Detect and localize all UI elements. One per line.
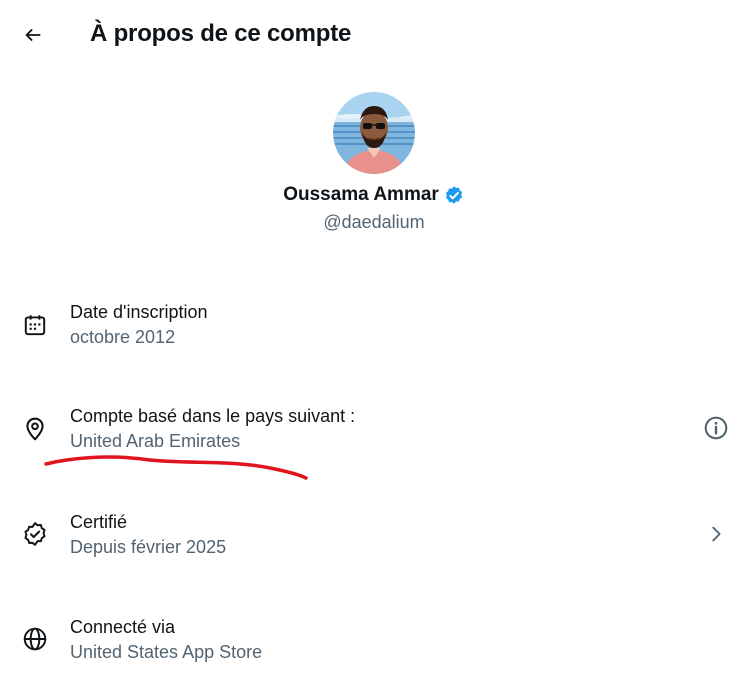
page-header: À propos de ce compte bbox=[0, 0, 748, 68]
back-button[interactable] bbox=[14, 16, 52, 54]
verified-badge-icon bbox=[443, 184, 465, 206]
chevron-right-icon[interactable] bbox=[702, 520, 730, 548]
info-row-join-date: Date d'inscription octobre 2012 bbox=[0, 290, 748, 362]
row-value: octobre 2012 bbox=[70, 327, 176, 347]
avatar[interactable] bbox=[333, 92, 415, 174]
row-value: United Arab Emirates bbox=[70, 431, 241, 451]
globe-icon bbox=[22, 626, 48, 652]
row-value: United States App Store bbox=[70, 642, 263, 662]
info-icon[interactable] bbox=[702, 414, 730, 442]
row-label: Date d'inscription bbox=[70, 302, 208, 322]
handle: @daedalium bbox=[323, 212, 425, 232]
display-name: Oussama Ammar bbox=[283, 184, 439, 205]
profile-name-row: Oussama Ammar bbox=[0, 182, 748, 208]
row-label: Certifié bbox=[70, 512, 128, 532]
row-label: Connecté via bbox=[70, 617, 176, 637]
verified-badge-outline-icon bbox=[22, 521, 48, 547]
location-pin-icon bbox=[22, 416, 48, 442]
info-row-certified[interactable]: Certifié Depuis février 2025 bbox=[0, 500, 748, 572]
row-value: Depuis février 2025 bbox=[70, 537, 227, 557]
info-row-country: Compte basé dans le pays suivant : Unite… bbox=[0, 394, 748, 466]
info-row-connected-via: Connecté via United States App Store bbox=[0, 605, 748, 677]
page-title: À propos de ce compte bbox=[90, 20, 352, 47]
calendar-icon bbox=[22, 312, 48, 338]
row-label: Compte basé dans le pays suivant : bbox=[70, 406, 356, 426]
arrow-left-icon bbox=[22, 24, 44, 46]
